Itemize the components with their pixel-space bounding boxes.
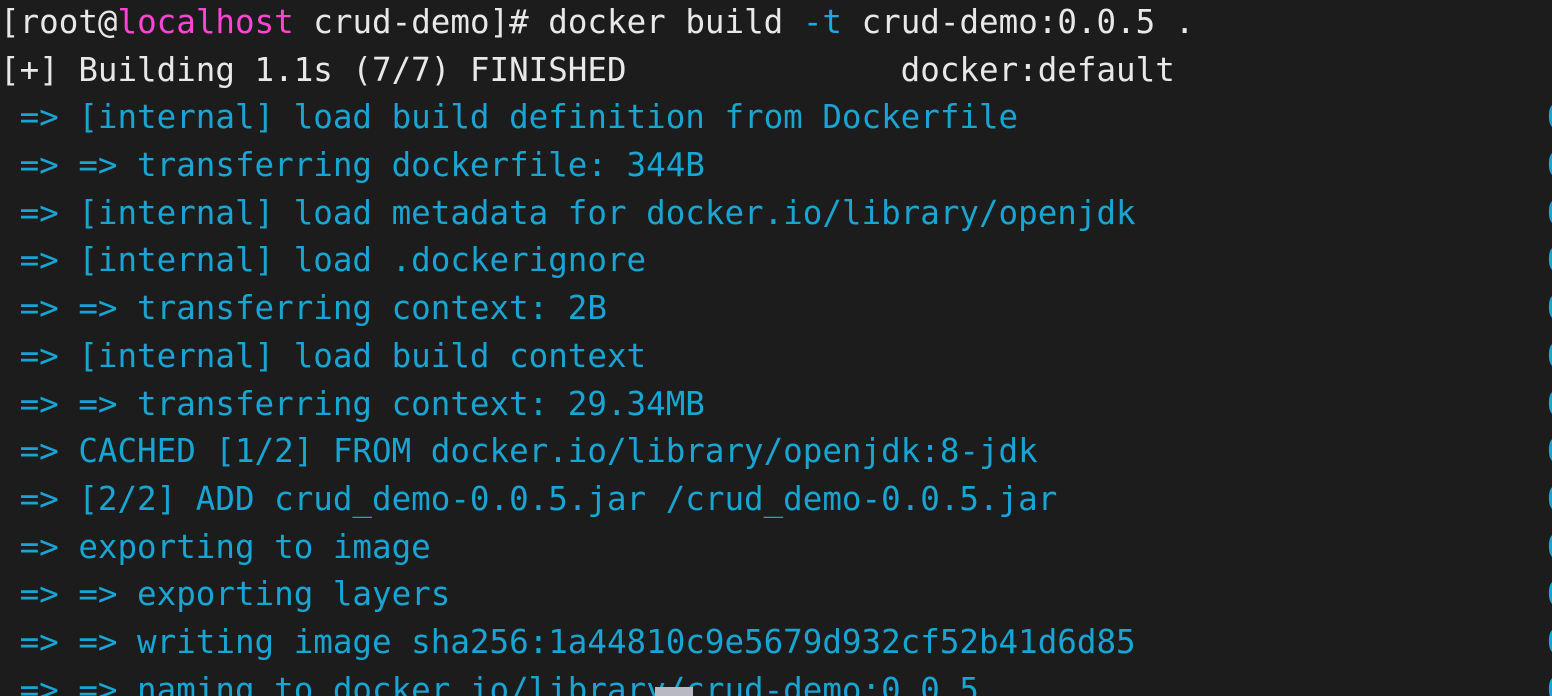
build-step-text: => [internal] load .dockerignore [0, 240, 647, 280]
build-step-pad [1057, 479, 1547, 518]
build-step-text: => [internal] load build context [0, 335, 647, 375]
build-step-text: => => transferring context: 2B [0, 288, 607, 328]
build-step-line: => exporting to image 0.2s [0, 523, 1552, 571]
build-step-text: => => exporting layers [0, 574, 451, 614]
prompt-user: root [19, 2, 98, 41]
prompt-directory: crud-demo [313, 2, 490, 41]
build-step-line: => => transferring context: 2B 0.0s [0, 284, 1552, 332]
build-step-time: 0.6s [1547, 336, 1552, 375]
build-step-time: 0.6s [1547, 384, 1552, 423]
build-step-time: 0.0s [1547, 622, 1552, 661]
build-step-time: 0.0s [1547, 431, 1552, 470]
terminal-window[interactable]: [root@localhost crud-demo]# docker build… [0, 0, 1552, 696]
build-step-line: => => naming to docker.io/library/crud-d… [0, 666, 1552, 696]
build-step-text: => => transferring dockerfile: 344B [0, 145, 705, 185]
build-step-line: => [2/2] ADD crud_demo-0.0.5.jar /crud_d… [0, 475, 1552, 523]
build-step-text: => [internal] load build definition from… [0, 97, 1019, 137]
build-status-prefix: [+] Building 1.1s (7/7) FINISHED [0, 49, 627, 89]
prompt-line: [root@localhost crud-demo]# docker build… [0, 0, 1529, 46]
prompt-bracket-open: [ [0, 2, 20, 41]
prompt-hostname: localhost [117, 2, 294, 41]
build-step-line: => [internal] load build context 0.6s [0, 332, 1552, 380]
build-step-line: => [internal] load build definition from… [0, 93, 1552, 141]
build-step-text: => [2/2] ADD crud_demo-0.0.5.jar /crud_d… [0, 478, 1058, 518]
build-step-time: 0.0s [1547, 193, 1552, 232]
prompt-at-symbol: @ [97, 2, 118, 41]
build-step-pad [1136, 622, 1547, 661]
build-step-line: => [internal] load metadata for docker.i… [0, 189, 1552, 237]
build-step-pad [646, 240, 1547, 279]
command-flag: -t [802, 2, 842, 41]
text-cursor [655, 687, 693, 696]
prompt-bracket-close: ]# [489, 2, 549, 41]
build-step-pad [607, 288, 1547, 327]
build-step-time: 0.0s [1547, 288, 1552, 327]
build-step-pad [450, 574, 1546, 613]
build-step-pad [431, 527, 1547, 566]
build-step-pad [705, 145, 1547, 184]
build-status-pad [627, 50, 901, 89]
build-step-time: 0.0s [1547, 240, 1552, 279]
build-step-time: 0.2s [1547, 479, 1552, 518]
build-step-text: => [internal] load metadata for docker.i… [0, 192, 1136, 232]
build-step-time: 0.2s [1547, 574, 1552, 613]
build-step-line: => => transferring context: 29.34MB 0.6s [0, 380, 1552, 428]
build-step-line: => => transferring dockerfile: 344B 0.0s [0, 141, 1552, 189]
build-step-line: => => writing image sha256:1a44810c9e567… [0, 618, 1552, 666]
build-step-line: => => exporting layers 0.2s [0, 570, 1552, 618]
build-step-pad [979, 670, 1547, 696]
terminal-screen: [root@localhost crud-demo]# docker build… [0, 0, 1552, 696]
build-step-text: => => naming to docker.io/library/crud-d… [0, 669, 979, 696]
build-step-pad [1018, 97, 1547, 136]
build-step-text: => exporting to image [0, 526, 431, 566]
command-arguments: crud-demo:0.0.5 . [841, 2, 1195, 41]
build-step-pad [1136, 193, 1547, 232]
command-name: docker build [548, 2, 803, 41]
build-step-time: 0.0s [1547, 145, 1552, 184]
build-step-line: => [internal] load .dockerignore 0.0s [0, 236, 1552, 284]
build-step-line: => CACHED [1/2] FROM docker.io/library/o… [0, 427, 1552, 475]
build-driver-label: docker:default [900, 49, 1175, 89]
build-step-time: 0.0s [1547, 97, 1552, 136]
build-step-text: => => transferring context: 29.34MB [0, 383, 705, 423]
build-step-pad [646, 336, 1547, 375]
build-step-pad [1038, 431, 1547, 470]
build-step-pad [705, 384, 1547, 423]
build-step-time: 0.0s [1547, 670, 1552, 696]
build-step-text: => CACHED [1/2] FROM docker.io/library/o… [0, 431, 1038, 471]
build-status-line: [+] Building 1.1s (7/7) FINISHED docker:… [0, 46, 1529, 94]
build-step-text: => => writing image sha256:1a44810c9e567… [0, 621, 1136, 661]
build-step-time: 0.2s [1547, 527, 1552, 566]
